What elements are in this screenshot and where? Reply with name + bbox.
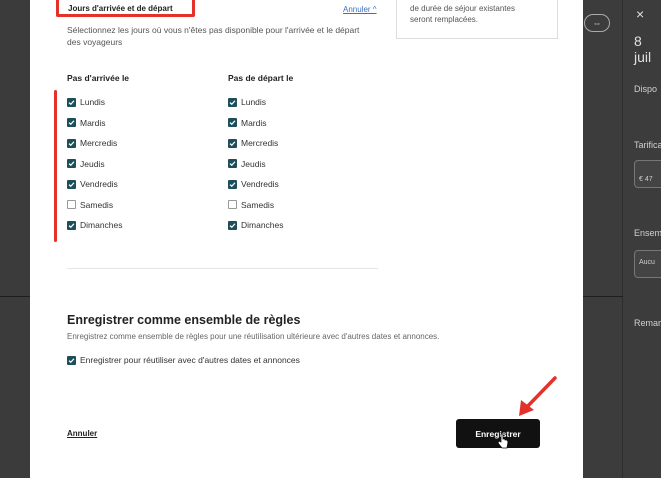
check-icon [68,357,75,363]
check-icon [68,222,75,228]
arrival-day-label: Mercredis [80,138,118,148]
departure-day-row[interactable]: Jeudis [228,158,266,170]
check-icon [229,181,236,187]
arrival-day-checkbox[interactable] [67,159,76,168]
section-description: Sélectionnez les jours où vous n'êtes pa… [67,25,360,35]
check-icon [68,140,75,146]
arrival-day-checkbox[interactable] [67,200,76,209]
ruleset-title: Enregistrer comme ensemble de règles [67,313,301,327]
annotation-arrow-icon [519,376,557,416]
arrival-day-row[interactable]: Mercredis [67,137,117,149]
departure-day-label: Vendredis [241,179,279,189]
departure-day-checkbox[interactable] [228,200,237,209]
departure-day-checkbox[interactable] [228,97,237,107]
departure-day-row[interactable]: Vendredis [228,178,279,190]
arrival-day-row[interactable]: Jeudis [67,158,105,170]
arrival-day-row[interactable]: Lundis [67,96,105,108]
arrival-day-label: Lundis [80,97,106,107]
background-divider [583,296,623,297]
arrival-day-row[interactable]: Dimanches [67,219,123,231]
departure-day-label: Mardis [241,117,267,128]
arrival-day-checkbox[interactable] [67,138,76,148]
background-divider [622,0,623,478]
departure-day-checkbox[interactable] [228,159,237,168]
departure-day-checkbox[interactable] [228,179,237,189]
hand-cursor-icon [497,433,509,449]
background-label: Tarifica [634,140,661,150]
arrival-day-label: Samedis [80,199,114,210]
arrival-heading: Pas d'arrivée le [67,73,130,83]
check-icon [68,120,75,126]
departure-day-label: Samedis [241,199,275,210]
departure-day-checkbox[interactable] [228,138,237,148]
departure-day-row[interactable]: Mardis [228,117,267,129]
background-date: 8 juil [634,33,652,65]
background-divider [0,296,30,297]
arrival-day-checkbox[interactable] [67,220,76,230]
departure-day-label: Mercredis [241,138,279,148]
ruleset-subtitle: Enregistrez comme ensemble de règles pou… [67,332,440,341]
departure-day-row[interactable]: Dimanches [228,219,284,231]
check-icon [229,99,236,105]
close-icon[interactable]: × [636,6,644,22]
info-text: de durée de séjour existantes [410,4,515,13]
check-icon [229,140,236,146]
save-ruleset-checkbox[interactable] [67,355,76,365]
section-divider [67,268,378,269]
section-tab-label: Jours d'arrivée et de départ [68,4,173,13]
section-description: des voyageurs [67,37,123,47]
background-toggle: ⇔ [584,14,610,32]
check-icon [229,222,236,228]
background-label: Ensem [634,228,661,238]
arrival-day-label: Vendredis [80,179,118,189]
save-ruleset-checkbox-row[interactable]: Enregistrer pour réutiliser avec d'autre… [67,354,300,366]
arrival-day-row[interactable]: Mardis [67,117,106,129]
departure-day-label: Jeudis [241,158,266,169]
arrival-day-checkbox[interactable] [67,97,76,107]
departure-day-checkbox[interactable] [228,118,237,127]
modal-dialog [30,0,583,478]
check-icon [68,181,75,187]
annotation-highlight-line [54,90,57,242]
departure-day-checkbox[interactable] [228,220,237,230]
cancel-section-link[interactable]: Annuler ^ [343,5,377,14]
departure-day-label: Lundis [241,97,267,107]
check-icon [229,161,236,167]
background-label: Remar [634,318,661,328]
check-icon [229,120,236,126]
save-ruleset-label: Enregistrer pour réutiliser avec d'autre… [80,355,300,365]
arrival-day-label: Mardis [80,117,106,128]
check-icon [68,161,75,167]
arrival-day-row[interactable]: Samedis [67,199,113,211]
arrival-day-row[interactable]: Vendredis [67,178,118,190]
cancel-button[interactable]: Annuler [67,429,97,438]
arrival-day-label: Jeudis [80,158,105,169]
arrival-day-checkbox[interactable] [67,179,76,189]
arrival-day-checkbox[interactable] [67,118,76,127]
departure-day-row[interactable]: Lundis [228,96,266,108]
check-icon [68,99,75,105]
departure-heading: Pas de départ le [228,73,294,83]
background-left-panel [0,0,30,478]
background-select-value: Aucu [639,259,655,266]
departure-day-label: Dimanches [241,220,284,230]
info-text: seront remplacées. [410,15,479,24]
background-price-value: € 47 [639,176,653,183]
departure-day-row[interactable]: Mercredis [228,137,278,149]
arrival-day-label: Dimanches [80,220,123,230]
departure-day-row[interactable]: Samedis [228,199,274,211]
background-price-input [634,160,661,188]
background-label: Dispo [634,84,658,94]
